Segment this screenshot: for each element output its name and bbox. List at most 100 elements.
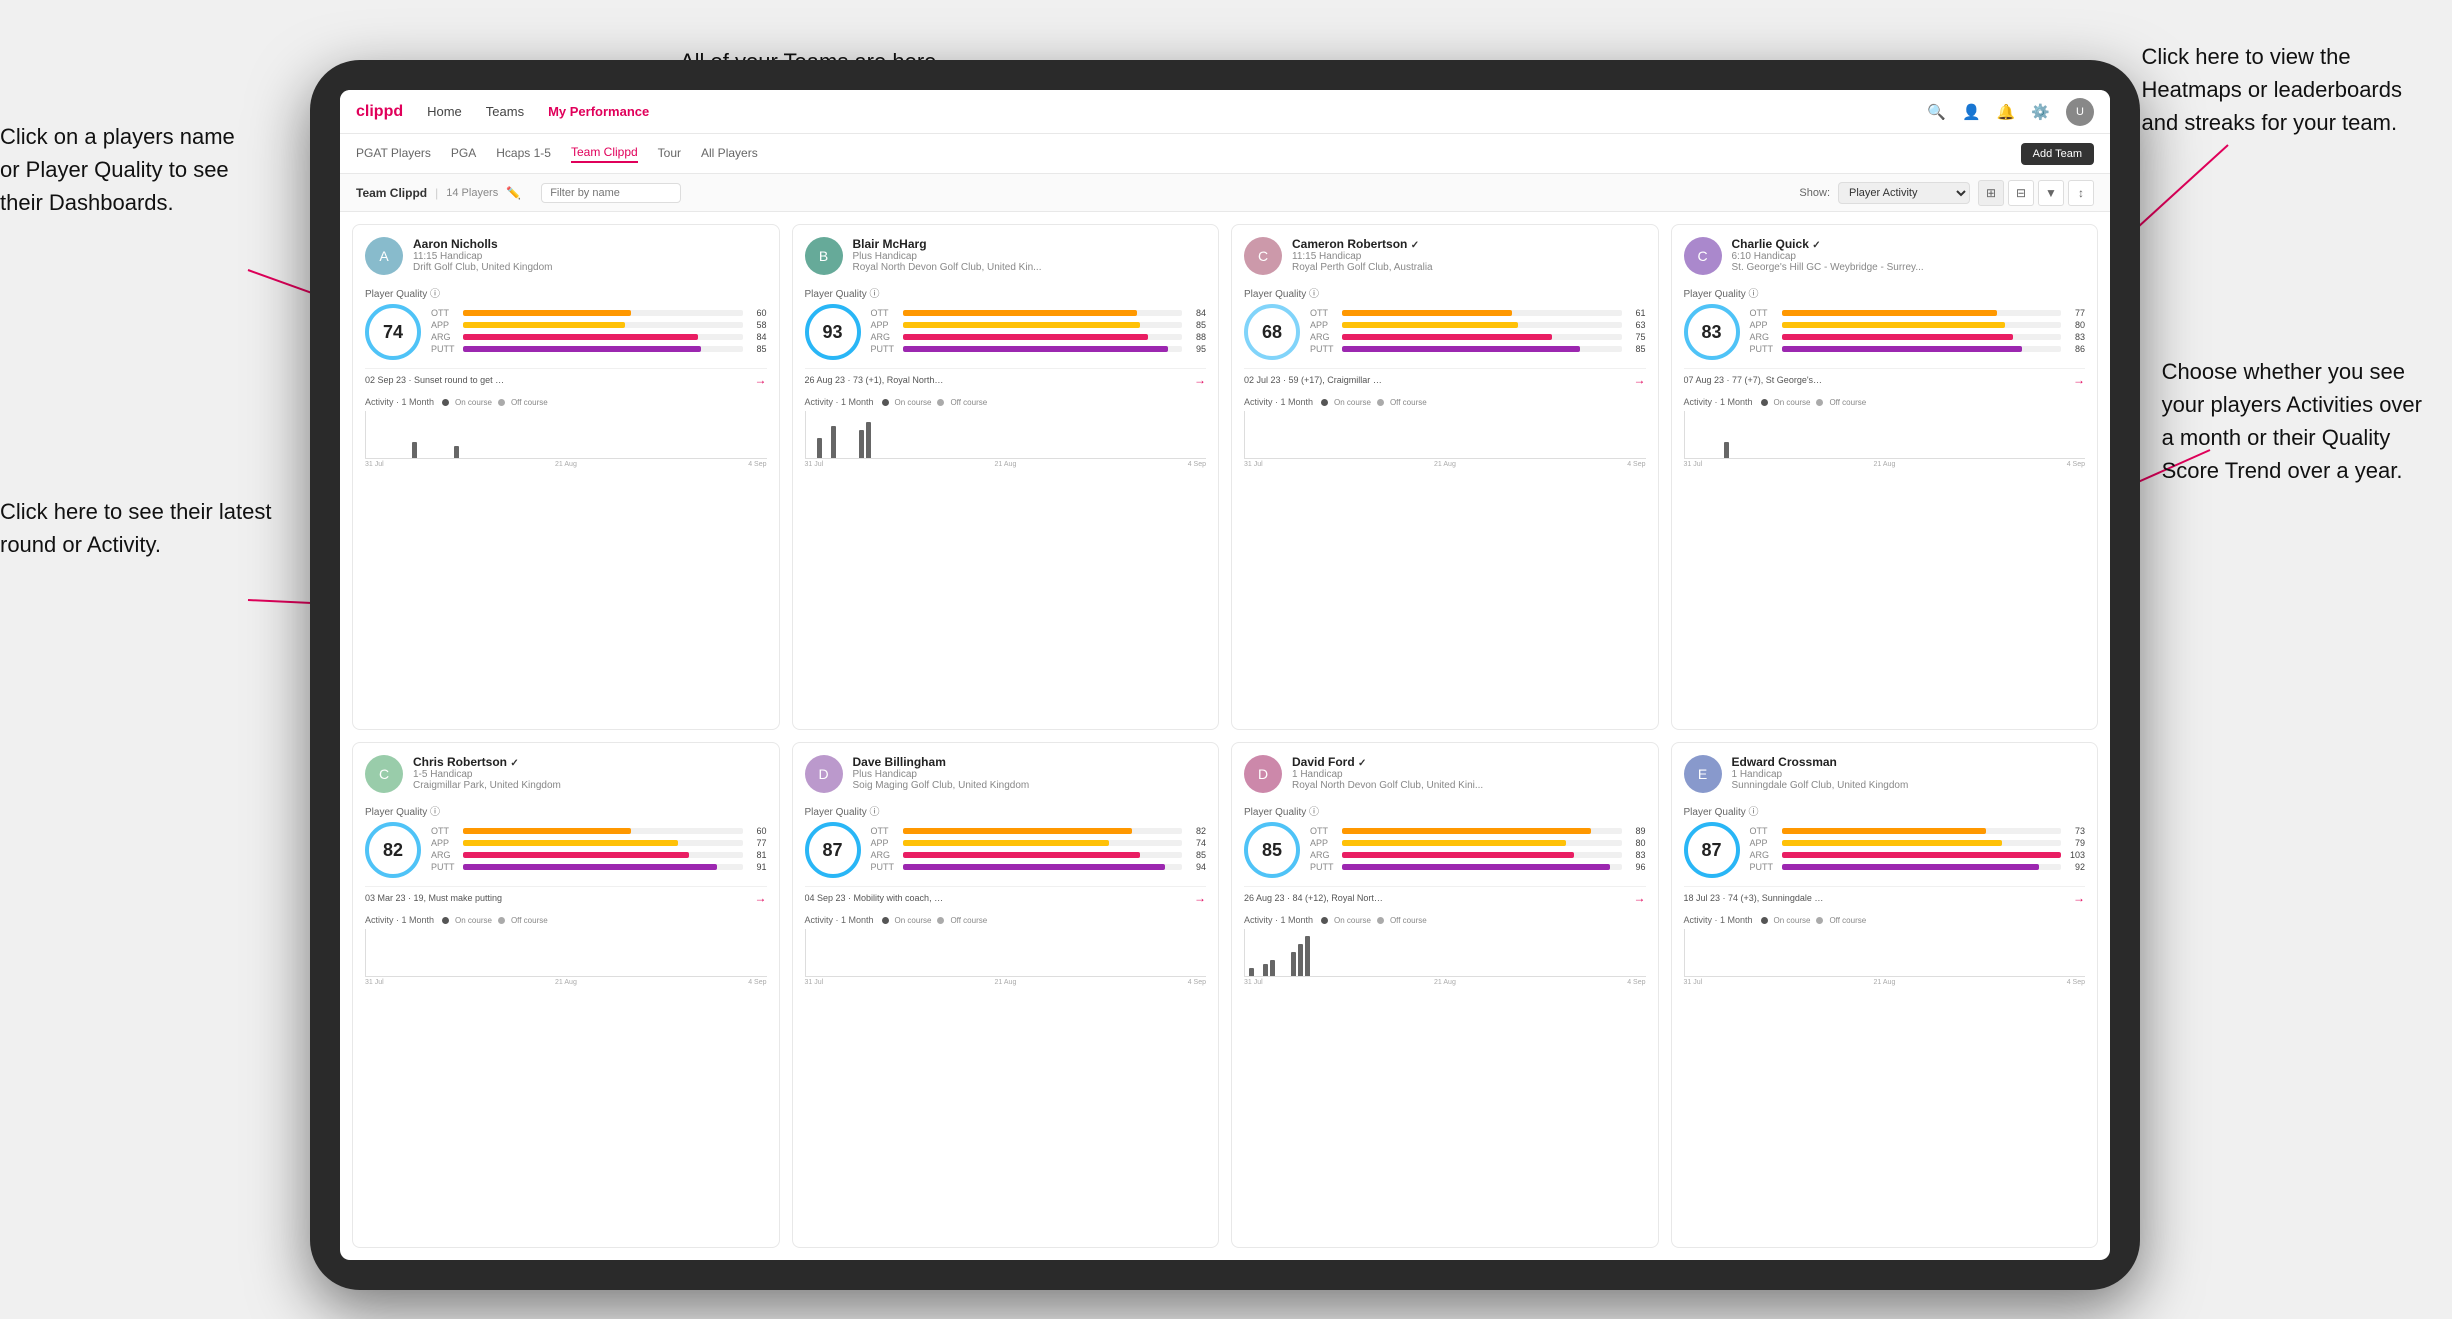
stat-bar [1342, 346, 1580, 352]
stat-bar-container [1782, 346, 2062, 352]
latest-round-arrow[interactable]: → [755, 373, 767, 387]
stat-value: 82 [1186, 826, 1206, 836]
stat-bar [1342, 864, 1610, 870]
on-course-legend-dot [1321, 399, 1328, 406]
stat-bar [1342, 310, 1512, 316]
stat-value: 94 [1186, 862, 1206, 872]
player-name[interactable]: Cameron Robertson ✓ [1292, 237, 1646, 251]
tab-all-players[interactable]: All Players [701, 146, 758, 162]
player-card[interactable]: A Aaron Nicholls 11:15 Handicap Drift Go… [352, 224, 780, 730]
on-course-legend-text: On course [455, 916, 492, 925]
grid-small-view-button[interactable]: ⊟ [2008, 180, 2034, 206]
latest-round[interactable]: 04 Sep 23 · Mobility with coach, Gym → [805, 886, 1207, 909]
stat-bar [463, 840, 678, 846]
stat-row: ARG 103 [1750, 850, 2086, 860]
filter-button[interactable]: ▼ [2038, 180, 2064, 206]
latest-round-text: 02 Sep 23 · Sunset round to get back int… [365, 375, 505, 385]
latest-round[interactable]: 02 Sep 23 · Sunset round to get back int… [365, 368, 767, 391]
stat-bar-container [1782, 864, 2062, 870]
settings-icon[interactable]: ⚙️ [2031, 103, 2050, 121]
avatar[interactable]: U [2066, 98, 2094, 126]
player-name[interactable]: Blair McHarg [853, 237, 1207, 251]
stat-bar [463, 322, 625, 328]
player-handicap: Plus Handicap [853, 251, 1207, 262]
stat-row: APP 80 [1310, 838, 1646, 848]
quality-circle[interactable]: 87 [1684, 822, 1740, 878]
player-name[interactable]: Aaron Nicholls [413, 237, 767, 251]
stat-value: 95 [1186, 344, 1206, 354]
player-name[interactable]: Chris Robertson ✓ [413, 755, 767, 769]
logo: clippd [356, 103, 403, 121]
sort-button[interactable]: ↕ [2068, 180, 2094, 206]
stat-name: PUTT [1310, 344, 1338, 354]
tab-tour[interactable]: Tour [658, 146, 681, 162]
activity-legend: On course Off course [1761, 916, 1867, 925]
off-course-legend-dot [1377, 399, 1384, 406]
nav-my-performance[interactable]: My Performance [548, 104, 649, 119]
latest-round[interactable]: 02 Jul 23 · 59 (+17), Craigmillar Park G… [1244, 368, 1646, 391]
tab-hcaps[interactable]: Hcaps 1-5 [496, 146, 551, 162]
quality-circle[interactable]: 93 [805, 304, 861, 360]
off-course-legend-text: Off course [1829, 398, 1866, 407]
player-card[interactable]: C Charlie Quick ✓ 6:10 Handicap St. Geor… [1671, 224, 2099, 730]
tab-team-clippd[interactable]: Team Clippd [571, 145, 638, 163]
latest-round-arrow[interactable]: → [2073, 891, 2085, 905]
filter-input[interactable] [541, 183, 681, 203]
on-course-legend-text: On course [1774, 916, 1811, 925]
latest-round-arrow[interactable]: → [755, 891, 767, 905]
player-info: Cameron Robertson ✓ 11:15 Handicap Royal… [1292, 237, 1646, 273]
player-card[interactable]: C Cameron Robertson ✓ 11:15 Handicap Roy… [1231, 224, 1659, 730]
player-club: Royal North Devon Golf Club, United Kin.… [853, 262, 1207, 273]
stat-name: APP [431, 838, 459, 848]
quality-circle[interactable]: 82 [365, 822, 421, 878]
latest-round-arrow[interactable]: → [2073, 373, 2085, 387]
latest-round[interactable]: 18 Jul 23 · 74 (+3), Sunningdale GC - Ol… [1684, 886, 2086, 909]
activity-section: Activity · 1 Month On course Off course … [1684, 397, 2086, 468]
latest-round-arrow[interactable]: → [1634, 891, 1646, 905]
stat-row: APP 63 [1310, 320, 1646, 330]
tab-pga[interactable]: PGA [451, 146, 476, 162]
on-course-legend-text: On course [895, 916, 932, 925]
stat-row: PUTT 85 [1310, 344, 1646, 354]
add-team-button[interactable]: Add Team [2021, 143, 2094, 165]
chart-dates: 31 Jul 21 Aug 4 Sep [1684, 461, 2086, 468]
latest-round-arrow[interactable]: → [1634, 373, 1646, 387]
user-icon[interactable]: 👤 [1962, 103, 1981, 121]
grid-large-view-button[interactable]: ⊞ [1978, 180, 2004, 206]
quality-circle[interactable]: 87 [805, 822, 861, 878]
search-icon[interactable]: 🔍 [1927, 103, 1946, 121]
stat-value: 89 [1626, 826, 1646, 836]
latest-round[interactable]: 07 Aug 23 · 77 (+7), St George's Hill GC… [1684, 368, 2086, 391]
player-card[interactable]: D David Ford ✓ 1 Handicap Royal North De… [1231, 742, 1659, 1248]
activity-section: Activity · 1 Month On course Off course … [365, 915, 767, 986]
stat-bar-container [1342, 828, 1622, 834]
player-name[interactable]: Edward Crossman [1732, 755, 2086, 769]
player-card[interactable]: B Blair McHarg Plus Handicap Royal North… [792, 224, 1220, 730]
edit-icon[interactable]: ✏️ [506, 186, 521, 200]
quality-circle[interactable]: 83 [1684, 304, 1740, 360]
stat-row: OTT 61 [1310, 308, 1646, 318]
nav-teams[interactable]: Teams [486, 104, 524, 119]
stat-value: 74 [1186, 838, 1206, 848]
stat-bar-container [463, 346, 743, 352]
activity-legend: On course Off course [442, 916, 548, 925]
player-name[interactable]: Dave Billingham [853, 755, 1207, 769]
quality-circle[interactable]: 85 [1244, 822, 1300, 878]
player-name[interactable]: Charlie Quick ✓ [1732, 237, 2086, 251]
latest-round[interactable]: 26 Aug 23 · 73 (+1), Royal North Devon G… [805, 368, 1207, 391]
player-card[interactable]: E Edward Crossman 1 Handicap Sunningdale… [1671, 742, 2099, 1248]
show-select[interactable]: Player Activity Quality Score Trend [1838, 182, 1970, 204]
latest-round-arrow[interactable]: → [1194, 891, 1206, 905]
quality-section: 93 OTT 84 APP 85 ARG 88 PUTT [805, 304, 1207, 360]
nav-home[interactable]: Home [427, 104, 462, 119]
latest-round[interactable]: 26 Aug 23 · 84 (+12), Royal North Devon … [1244, 886, 1646, 909]
latest-round-arrow[interactable]: → [1194, 373, 1206, 387]
player-name[interactable]: David Ford ✓ [1292, 755, 1646, 769]
player-card[interactable]: C Chris Robertson ✓ 1-5 Handicap Craigmi… [352, 742, 780, 1248]
quality-circle[interactable]: 74 [365, 304, 421, 360]
tab-pgat-players[interactable]: PGAT Players [356, 146, 431, 162]
player-card[interactable]: D Dave Billingham Plus Handicap Soig Mag… [792, 742, 1220, 1248]
quality-circle[interactable]: 68 [1244, 304, 1300, 360]
bell-icon[interactable]: 🔔 [1997, 103, 2016, 121]
latest-round[interactable]: 03 Mar 23 · 19, Must make putting → [365, 886, 767, 909]
